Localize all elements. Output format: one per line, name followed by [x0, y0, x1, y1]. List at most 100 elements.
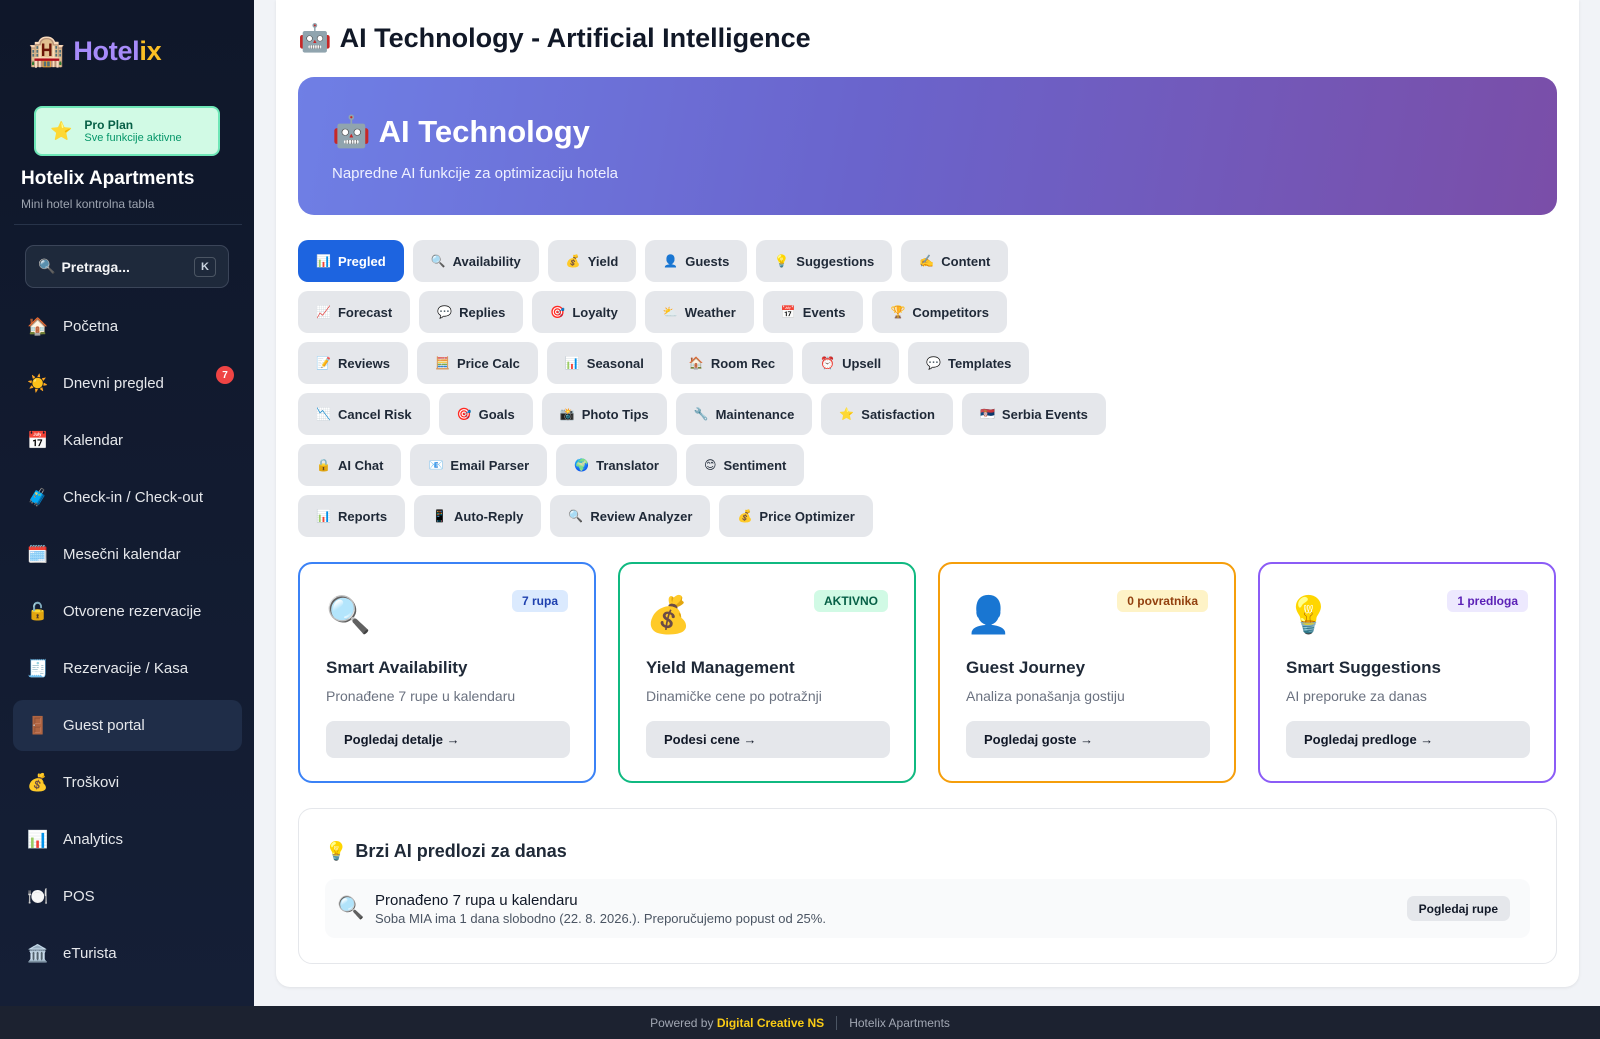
- tab-row: 📊 Reports 📱 Auto-Reply 🔍 Review Analyzer 💰 Pric…: [298, 495, 1298, 537]
- tab-icon: 💰: [565, 254, 581, 268]
- sidebar-item[interactable]: 🧳 Check-in / Check-out: [13, 472, 242, 523]
- tab-label: Cancel Risk: [337, 406, 412, 422]
- search-label: Pretraga...: [61, 258, 130, 275]
- card-action-button[interactable]: Podesi cene →: [646, 721, 890, 758]
- tab-icon: 📊: [316, 509, 331, 523]
- robot-icon: 🤖: [332, 114, 371, 149]
- tab-ai-chat[interactable]: 🔒 AI Chat: [298, 444, 402, 486]
- tab-label: Availability: [452, 253, 521, 269]
- tab-loyalty[interactable]: 🎯 Loyalty: [532, 291, 636, 333]
- card-badge: 0 povratnika: [1117, 590, 1208, 612]
- tab-templates[interactable]: 💬 Templates: [908, 342, 1030, 384]
- card-action-button[interactable]: Pogledaj detalje →: [326, 721, 570, 758]
- sidebar-item-label: Troškovi: [63, 774, 120, 791]
- footer-brand-link[interactable]: Digital Creative NS: [717, 1016, 824, 1030]
- tab-events[interactable]: 📅 Events: [762, 291, 864, 333]
- tab-auto-reply[interactable]: 📱 Auto-Reply: [414, 495, 542, 537]
- tab-label: Serbia Events: [1001, 406, 1088, 422]
- tab-guests[interactable]: 👤 Guests: [645, 240, 748, 282]
- tab-pregled[interactable]: 📊 Pregled: [298, 240, 404, 282]
- tab-forecast[interactable]: 📈 Forecast: [298, 291, 411, 333]
- sidebar: 🏨 Hotelix ⭐ Pro Plan Sve funkcije aktivn…: [0, 0, 254, 1006]
- tab-icon: 🌍: [574, 458, 590, 472]
- footer: Powered by Digital Creative NS Hotelix A…: [0, 1006, 1600, 1039]
- tab-replies[interactable]: 💬 Replies: [419, 291, 524, 333]
- hotel-name: Hotelix Apartments: [21, 168, 195, 189]
- tab-seasonal[interactable]: 📊 Seasonal: [546, 342, 662, 384]
- tab-competitors[interactable]: 🏆 Competitors: [872, 291, 1007, 333]
- tab-serbia-events[interactable]: 🇷🇸 Serbia Events: [961, 393, 1106, 435]
- sidebar-item-label: Dnevni pregled: [63, 375, 164, 392]
- tab-reviews[interactable]: 📝 Reviews: [298, 342, 408, 384]
- tab-label: Loyalty: [572, 304, 618, 320]
- sidebar-item[interactable]: 📅 Kalendar: [13, 415, 242, 466]
- tab-satisfaction[interactable]: ⭐ Satisfaction: [821, 393, 953, 435]
- tab-reports[interactable]: 📊 Reports: [298, 495, 406, 537]
- tab-label: Sentiment: [723, 457, 787, 473]
- sidebar-item[interactable]: 🚪 Guest portal: [13, 700, 242, 751]
- page-title-text: AI Technology - Artificial Intelligence: [339, 22, 811, 53]
- logo[interactable]: 🏨 Hotelix: [28, 36, 162, 67]
- sidebar-item[interactable]: 🍽️ POS: [13, 871, 242, 922]
- sidebar-item[interactable]: 🗓️ Mesečni kalendar: [13, 529, 242, 580]
- sidebar-item[interactable]: ☀️ Dnevni pregled 7: [13, 358, 242, 409]
- tab-maintenance[interactable]: 🔧 Maintenance: [675, 393, 813, 435]
- tab-label: Price Calc: [456, 355, 520, 371]
- tab-weather[interactable]: ⛅ Weather: [644, 291, 754, 333]
- tab-photo-tips[interactable]: 📸 Photo Tips: [541, 393, 667, 435]
- hero-title: 🤖 AI Technology: [332, 113, 590, 150]
- tab-goals[interactable]: 🎯 Goals: [438, 393, 533, 435]
- hero-title-text: AI Technology: [378, 113, 590, 149]
- pro-plan-badge[interactable]: ⭐ Pro Plan Sve funkcije aktivne: [34, 106, 220, 156]
- tab-label: Weather: [684, 304, 736, 320]
- card-action-button[interactable]: Pogledaj goste →: [966, 721, 1210, 758]
- tab-upsell[interactable]: ⏰ Upsell: [802, 342, 900, 384]
- tab-cancel-risk[interactable]: 📉 Cancel Risk: [298, 393, 430, 435]
- sidebar-item-label: Mesečni kalendar: [63, 546, 181, 563]
- suggestions-title: 💡 Brzi AI predlozi za danas: [325, 841, 567, 862]
- tab-label: Forecast: [337, 304, 393, 320]
- sidebar-item[interactable]: 🔓 Otvorene rezervacije: [13, 586, 242, 637]
- card-title: Smart Availability: [326, 658, 468, 677]
- tab-room-rec[interactable]: 🏠 Room Rec: [670, 342, 794, 384]
- search-button[interactable]: 🔍 Pretraga... K: [25, 245, 229, 288]
- tab-row: 📈 Forecast 💬 Replies 🎯 Loyalty ⛅ Weather 📅 Events…: [298, 291, 1298, 333]
- tab-icon: 📱: [432, 509, 448, 523]
- sidebar-item[interactable]: 🏛️ eTurista: [13, 928, 242, 979]
- nav-icon: 📊: [27, 829, 49, 849]
- feature-card: 💡 1 predloga Smart Suggestions AI preporuke…: [1258, 562, 1556, 783]
- tab-sentiment[interactable]: 😊 Sentiment: [686, 444, 805, 486]
- tab-content[interactable]: ✍️ Content: [901, 240, 1009, 282]
- tab-label: Reviews: [337, 355, 390, 371]
- tab-icon: 😊: [704, 458, 717, 472]
- card-icon: 💡: [1286, 594, 1331, 635]
- tab-icon: 📝: [316, 356, 331, 370]
- sidebar-item[interactable]: 🏠 Početna: [13, 301, 242, 352]
- tab-review-analyzer[interactable]: 🔍 Review Analyzer: [550, 495, 711, 537]
- tab-label: Templates: [948, 355, 1012, 371]
- tab-label: Yield: [587, 253, 619, 269]
- tab-icon: 👤: [663, 254, 679, 268]
- tab-email-parser[interactable]: 📧 Email Parser: [410, 444, 548, 486]
- sidebar-item[interactable]: 📊 Analytics: [13, 814, 242, 865]
- tab-price-optimizer[interactable]: 💰 Price Optimizer: [719, 495, 873, 537]
- sidebar-nav: 🏠 Početna ☀️ Dnevni pregled 7 📅 Kalendar 🧳 Check…: [13, 301, 242, 985]
- tab-price-calc[interactable]: 🧮 Price Calc: [417, 342, 538, 384]
- nav-icon: 🗓️: [27, 544, 49, 564]
- nav-icon: 🏠: [27, 316, 49, 336]
- sidebar-item-label: Rezervacije / Kasa: [63, 660, 189, 677]
- tab-suggestions[interactable]: 💡 Suggestions: [756, 240, 893, 282]
- tab-yield[interactable]: 💰 Yield: [547, 240, 637, 282]
- card-action-button[interactable]: Pogledaj predloge →: [1286, 721, 1530, 758]
- nav-icon: 🏛️: [27, 943, 49, 963]
- card-badge: 1 predloga: [1447, 590, 1528, 612]
- sidebar-item[interactable]: 💰 Troškovi: [13, 757, 242, 808]
- tab-translator[interactable]: 🌍 Translator: [556, 444, 677, 486]
- tab-label: Competitors: [912, 304, 989, 320]
- tab-availability[interactable]: 🔍 Availability: [412, 240, 539, 282]
- sidebar-item-label: Guest portal: [63, 717, 145, 734]
- nav-icon: 🚪: [27, 715, 49, 735]
- lightbulb-icon: 💡: [325, 841, 348, 861]
- sidebar-item[interactable]: 🧾 Rezervacije / Kasa: [13, 643, 242, 694]
- view-gaps-button[interactable]: Pogledaj rupe: [1406, 896, 1510, 921]
